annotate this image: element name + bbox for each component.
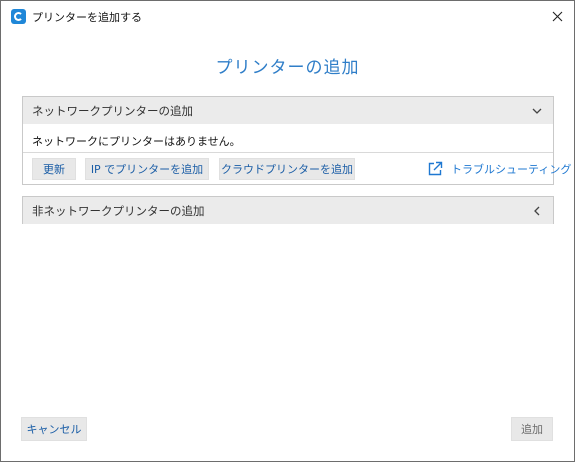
network-section-header[interactable]: ネットワークプリンターの追加 [23,97,553,124]
add-printer-dialog: プリンターを追加する プリンターの追加 ネットワークプリンターの追加 ネットワー… [0,0,575,462]
window-title: プリンターを追加する [32,11,142,24]
troubleshooting-label: トラブルシューティング [451,163,572,176]
app-logo-icon [11,9,26,24]
troubleshooting-link[interactable]: トラブルシューティング [427,159,571,179]
section-divider [23,152,553,153]
network-printer-section: ネットワークプリンターの追加 ネットワークにプリンターはありません。 更新 IP… [22,96,571,185]
cancel-button[interactable]: キャンセル [21,417,87,441]
network-section-title: ネットワークプリンターの追加 [32,103,193,118]
refresh-button[interactable]: 更新 [32,158,76,180]
non-network-section-title: 非ネットワークプリンターの追加 [32,203,205,218]
add-button[interactable]: 追加 [511,417,553,441]
add-cloud-printer-button[interactable]: クラウドプリンターを追加 [219,158,355,180]
non-network-printer-section: 非ネットワークプリンターの追加 [22,196,554,224]
add-by-ip-button[interactable]: IP でプリンターを追加 [85,158,209,180]
chevron-left-icon [534,206,540,216]
title-bar: プリンターを追加する [1,1,574,32]
non-network-section-header[interactable]: 非ネットワークプリンターの追加 [23,197,553,224]
page-title: プリンターの追加 [215,58,360,78]
close-icon [552,11,562,21]
external-link-icon [428,161,443,176]
close-button[interactable] [546,6,568,26]
no-printers-message: ネットワークにプリンターはありません。 [32,135,241,148]
chevron-down-icon [532,108,542,114]
